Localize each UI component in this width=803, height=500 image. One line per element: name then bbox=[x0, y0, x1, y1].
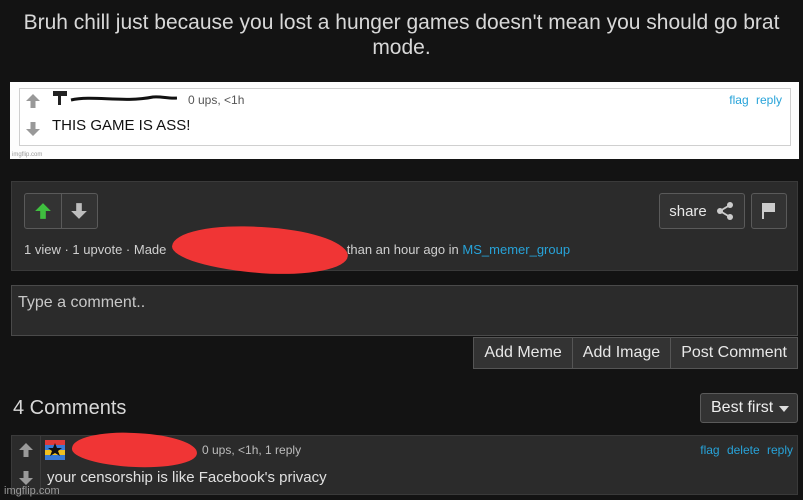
sort-select[interactable]: Best first bbox=[700, 393, 798, 423]
downvote-button[interactable] bbox=[60, 194, 98, 228]
share-button[interactable]: share bbox=[659, 193, 745, 229]
share-label: share bbox=[669, 202, 707, 220]
made-by-prefix: Made bbox=[133, 242, 167, 257]
comment-actions: Add Meme Add Image Post Comment bbox=[473, 337, 798, 369]
meme-reply-link: reply bbox=[755, 93, 782, 107]
down-arrow-icon bbox=[71, 203, 88, 219]
post-title: Bruh chill just because you lost a hunge… bbox=[23, 11, 780, 59]
flag-icon bbox=[762, 203, 775, 219]
down-arrow-icon bbox=[26, 122, 40, 136]
up-arrow-icon bbox=[26, 94, 40, 108]
comment-item: 0 ups, <1h, 1 reply flag delete reply yo… bbox=[11, 429, 798, 495]
meme-watermark: imgflip.com bbox=[12, 152, 43, 158]
meme-flag-link: flag bbox=[729, 93, 749, 107]
stream-link[interactable]: MS_memer_group bbox=[462, 242, 570, 257]
meme-comment-meta: 0 ups, <1h bbox=[188, 93, 245, 107]
vote-buttons bbox=[24, 193, 98, 229]
down-arrow-icon[interactable] bbox=[18, 470, 34, 486]
redaction-scribble bbox=[170, 220, 350, 280]
add-image-button[interactable]: Add Image bbox=[572, 337, 672, 369]
post-comment-button[interactable]: Post Comment bbox=[671, 337, 798, 369]
scribbled-username bbox=[53, 91, 177, 105]
upvote-count: 1 upvote bbox=[72, 242, 123, 257]
comment-meta: 0 ups, <1h, 1 reply bbox=[202, 443, 302, 457]
add-meme-button[interactable]: Add Meme bbox=[473, 337, 573, 369]
redaction-scribble bbox=[71, 429, 198, 471]
meme-comment-screenshot: 0 ups, <1h flag reply THIS GAME IS ASS! bbox=[19, 88, 791, 146]
comment-input[interactable] bbox=[11, 285, 798, 336]
comment-links: flag delete reply bbox=[696, 443, 793, 457]
flag-button[interactable] bbox=[751, 193, 787, 229]
upvote-button[interactable] bbox=[25, 194, 61, 228]
up-arrow-icon bbox=[34, 203, 51, 219]
comment-text: your censorship is like Facebook's priva… bbox=[47, 469, 327, 486]
comments-count: 4 Comments bbox=[13, 397, 127, 419]
comment-reply-link[interactable]: reply bbox=[767, 443, 793, 457]
sort-selected-label: Best first bbox=[711, 399, 774, 416]
up-arrow-icon[interactable] bbox=[18, 442, 34, 458]
avatar[interactable] bbox=[45, 440, 65, 460]
comment-delete-link[interactable]: delete bbox=[727, 443, 760, 457]
meme-comment-links: flag reply bbox=[725, 93, 782, 107]
post-actions-panel: share 1 view · 1 upvote · Made less than… bbox=[11, 181, 798, 280]
meme-comment-text: THIS GAME IS ASS! bbox=[52, 117, 191, 134]
comment-flag-link[interactable]: flag bbox=[700, 443, 719, 457]
caret-down-icon bbox=[779, 406, 789, 412]
view-count: 1 view bbox=[24, 242, 61, 257]
watermark: imgflip.com bbox=[4, 485, 60, 497]
share-icon bbox=[716, 202, 733, 220]
meme-image: 0 ups, <1h flag reply THIS GAME IS ASS! … bbox=[10, 82, 799, 159]
